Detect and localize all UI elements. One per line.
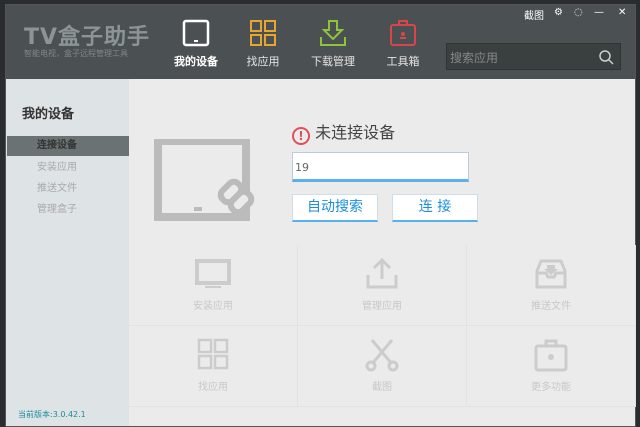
screenshot-button[interactable]: 截图 <box>524 7 544 22</box>
upload-icon <box>366 257 398 289</box>
grid-find-apps[interactable]: 找应用 <box>129 326 298 407</box>
sidebar-item-manage[interactable]: 管理盒子 <box>7 200 129 220</box>
app-window: TV盒子助手 智能电视，盒子远程管理工具 我的设备 找应用 下载管理 工具箱 搜… <box>5 4 636 427</box>
sidebar-item-push[interactable]: 推送文件 <box>7 179 129 199</box>
nav-toolbox[interactable]: 工具箱 <box>368 19 438 69</box>
app-slogan: 智能电视，盒子远程管理工具 <box>24 49 128 58</box>
monitor-icon <box>195 259 231 288</box>
nav-find-apps[interactable]: 找应用 <box>228 19 298 69</box>
disconnected-device-icon <box>154 139 255 221</box>
close-icon[interactable]: ✕ <box>618 7 626 18</box>
search-input[interactable]: 搜索应用 <box>446 43 621 70</box>
sidebar: 我的设备 连接设备 安装应用 推送文件 管理盒子 当前版本:3.0.42.1 <box>6 79 129 426</box>
grid-screenshot[interactable]: 截图 <box>298 326 467 407</box>
grid-more-features[interactable]: 更多功能 <box>467 326 636 407</box>
version-label: 当前版本:3.0.42.1 <box>18 410 86 419</box>
connect-button[interactable]: 连 接 <box>392 194 478 222</box>
ip-address-input[interactable]: 19 <box>292 152 469 182</box>
warning-icon: ! <box>292 127 310 145</box>
toolbox-icon <box>390 20 416 46</box>
feedback-icon[interactable]: ◌ <box>574 7 583 18</box>
grid-icon <box>250 20 276 46</box>
minimize-icon[interactable]: — <box>594 7 604 18</box>
inbox-icon <box>535 259 567 289</box>
nav-downloads[interactable]: 下载管理 <box>298 19 368 69</box>
download-icon <box>320 20 346 46</box>
toolbox-icon <box>534 339 568 372</box>
scissors-icon <box>365 339 399 372</box>
connection-status: ! 未连接设备 <box>292 119 395 145</box>
auto-search-button[interactable]: 自动搜索 <box>292 194 378 222</box>
main-panel: ! 未连接设备 19 自动搜索 连 接 安装应用 管理应用 推送文件 找应用 截… <box>129 79 636 426</box>
grid-manage-apps[interactable]: 管理应用 <box>298 245 467 326</box>
app-logo: TV盒子助手 <box>24 25 151 50</box>
nav-my-devices[interactable]: 我的设备 <box>161 19 231 69</box>
grid-push-files[interactable]: 推送文件 <box>467 245 636 326</box>
grid-icon <box>197 338 229 370</box>
tablet-icon <box>182 19 210 47</box>
sidebar-item-connect[interactable]: 连接设备 <box>7 136 129 156</box>
header: TV盒子助手 智能电视，盒子远程管理工具 我的设备 找应用 下载管理 工具箱 搜… <box>6 5 635 79</box>
settings-icon[interactable]: ⚙ <box>554 7 563 18</box>
grid-install-apps[interactable]: 安装应用 <box>129 245 298 326</box>
sidebar-item-install[interactable]: 安装应用 <box>7 158 129 178</box>
sidebar-title: 我的设备 <box>22 107 75 122</box>
search-icon[interactable] <box>598 49 614 65</box>
